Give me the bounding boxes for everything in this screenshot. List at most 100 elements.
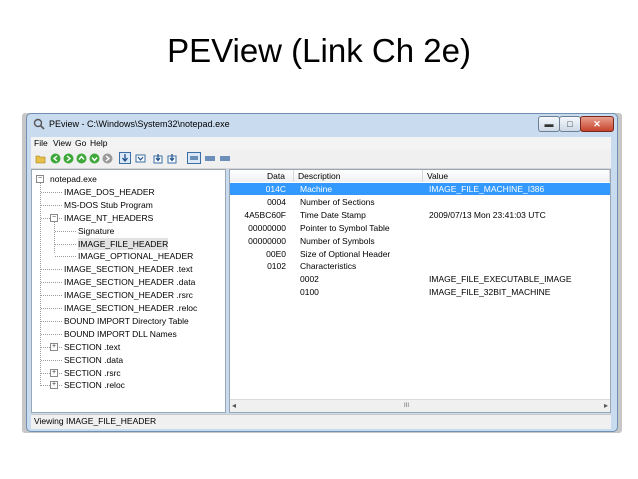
tree-item[interactable]: IMAGE_SECTION_HEADER .data	[64, 276, 195, 288]
tree-connector	[41, 191, 62, 193]
tree-item[interactable]: SECTION .data	[64, 354, 123, 366]
menu-view[interactable]: View	[53, 138, 71, 148]
cell-data: 00E0	[266, 248, 286, 259]
tree-item[interactable]: IMAGE_DOS_HEADER	[64, 186, 155, 198]
table-row[interactable]: 0002 IMAGE_FILE_EXECUTABLE_IMAGE	[230, 273, 610, 285]
view-byte-icon[interactable]	[119, 152, 131, 164]
tree-item[interactable]: IMAGE_NT_HEADERS	[64, 212, 153, 224]
table-row[interactable]: 00E0 Size of Optional Header	[230, 248, 610, 260]
header-grid[interactable]: Data Description Value 014C Machine IMAGE_…	[229, 169, 611, 413]
tree-connector	[41, 269, 62, 271]
forward-icon[interactable]	[63, 153, 74, 164]
back-icon[interactable]	[50, 153, 61, 164]
view-dword-icon[interactable]	[153, 153, 164, 164]
table-row[interactable]: 00000000 Pointer to Symbol Table	[230, 222, 610, 234]
cell-description: 0100	[300, 287, 319, 298]
cell-data: 0102	[267, 261, 286, 272]
maximize-button[interactable]: □	[559, 116, 581, 132]
table-row[interactable]: 4A5BC60F Time Date Stamp 2009/07/13 Mon 23…	[230, 209, 610, 221]
tree-connector	[41, 295, 62, 297]
tree-connector	[41, 204, 62, 206]
up-icon[interactable]	[76, 153, 87, 164]
view-tree-icon[interactable]	[219, 153, 231, 164]
tree-item[interactable]: notepad.exe	[50, 173, 97, 185]
cell-description: Number of Symbols	[300, 235, 375, 246]
cell-value: IMAGE_FILE_32BIT_MACHINE	[429, 287, 551, 298]
tree-connector	[55, 243, 76, 245]
tree-connector	[41, 359, 62, 361]
tree-item[interactable]: SECTION .text	[64, 341, 120, 353]
collapse-icon[interactable]: −	[50, 213, 58, 222]
column-header-description[interactable]: Description	[294, 170, 423, 182]
refresh-icon[interactable]	[102, 153, 113, 164]
view-list-icon[interactable]	[204, 153, 216, 164]
expand-icon[interactable]: +	[50, 381, 58, 390]
cell-description: Size of Optional Header	[300, 248, 391, 259]
tree-item[interactable]: IMAGE_SECTION_HEADER .reloc	[64, 302, 197, 314]
window-title: PEview - C:\Windows\System32\notepad.exe	[49, 119, 230, 129]
view-details-icon[interactable]	[187, 152, 201, 164]
section-tree[interactable]: − notepad.exe IMAGE_DOS_HEADER MS-DOS Stub …	[31, 169, 226, 413]
cell-value: 2009/07/13 Mon 23:41:03 UTC	[429, 209, 546, 220]
collapse-icon[interactable]: −	[36, 175, 44, 183]
cell-data: 00000000	[248, 235, 286, 246]
expand-icon[interactable]: +	[50, 342, 58, 351]
cell-description: Characteristics	[300, 261, 357, 272]
cell-value: IMAGE_FILE_EXECUTABLE_IMAGE	[429, 274, 572, 285]
menu-bar: File View Go Help	[31, 137, 611, 150]
column-header-value[interactable]: Value	[423, 170, 610, 182]
cell-description: Number of Sections	[300, 196, 375, 207]
tree-item[interactable]: Signature	[78, 225, 114, 237]
toolbar	[31, 150, 611, 169]
scroll-thumb[interactable]: III	[404, 400, 409, 412]
tree-item[interactable]: MS-DOS Stub Program	[64, 199, 153, 211]
tree-item[interactable]: IMAGE_SECTION_HEADER .text	[64, 263, 192, 275]
tree-item[interactable]: SECTION .rsrc	[64, 367, 121, 379]
tree-item[interactable]: SECTION .reloc	[64, 379, 125, 391]
cell-description: Time Date Stamp	[300, 209, 366, 220]
tree-item[interactable]: IMAGE_FILE_HEADER	[78, 237, 169, 250]
menu-file[interactable]: File	[34, 138, 48, 148]
table-row[interactable]: 014C Machine IMAGE_FILE_MACHINE_I386	[230, 183, 610, 195]
horizontal-scrollbar[interactable]: ◂ III ▸	[230, 399, 610, 412]
tree-item[interactable]: BOUND IMPORT DLL Names	[64, 328, 177, 340]
peview-app-icon	[33, 118, 45, 130]
scroll-left-arrow[interactable]: ◂	[232, 400, 236, 412]
scroll-right-arrow[interactable]: ▸	[604, 400, 608, 412]
menu-help[interactable]: Help	[90, 138, 107, 148]
cell-data: 014C	[265, 184, 286, 194]
tree-item[interactable]: IMAGE_SECTION_HEADER .rsrc	[64, 289, 193, 301]
cell-description: 0002	[300, 274, 319, 285]
tree-item[interactable]: BOUND IMPORT Directory Table	[64, 315, 189, 327]
peview-window: PEview - C:\Windows\System32\notepad.exe…	[26, 113, 618, 432]
column-header-data[interactable]: Data	[230, 170, 294, 182]
slide-title: PEView (Link Ch 2e)	[167, 32, 471, 69]
table-row[interactable]: 0004 Number of Sections	[230, 196, 610, 208]
status-text: Viewing IMAGE_FILE_HEADER	[34, 416, 157, 426]
tree-connector	[41, 333, 62, 335]
cell-description: Pointer to Symbol Table	[300, 222, 390, 233]
tree-item[interactable]: IMAGE_OPTIONAL_HEADER	[78, 250, 193, 262]
cell-description: Machine	[300, 184, 333, 194]
close-button[interactable]: ✕	[580, 116, 614, 132]
tree-connector	[41, 282, 62, 284]
status-bar: Viewing IMAGE_FILE_HEADER	[31, 414, 611, 429]
title-bar[interactable]: PEview - C:\Windows\System32\notepad.exe…	[27, 114, 617, 136]
view-word-icon[interactable]	[135, 153, 146, 164]
open-icon[interactable]	[35, 153, 46, 164]
table-row[interactable]: 0100 IMAGE_FILE_32BIT_MACHINE	[230, 286, 610, 298]
tree-connector	[41, 320, 62, 322]
tree-connector	[41, 308, 62, 309]
expand-icon[interactable]: +	[50, 368, 58, 377]
cell-data: 00000000	[248, 222, 286, 233]
tree-guide-nt	[54, 217, 55, 253]
tree-connector	[55, 230, 76, 232]
cell-value: IMAGE_FILE_MACHINE_I386	[429, 184, 545, 194]
table-row[interactable]: 00000000 Number of Symbols	[230, 235, 610, 247]
table-row[interactable]: 0102 Characteristics	[230, 260, 610, 272]
cell-data: 0004	[267, 196, 286, 207]
menu-go[interactable]: Go	[75, 138, 86, 148]
view-qword-icon[interactable]	[167, 153, 178, 164]
minimize-button[interactable]: ▬	[538, 116, 560, 132]
next-icon[interactable]	[89, 153, 100, 164]
